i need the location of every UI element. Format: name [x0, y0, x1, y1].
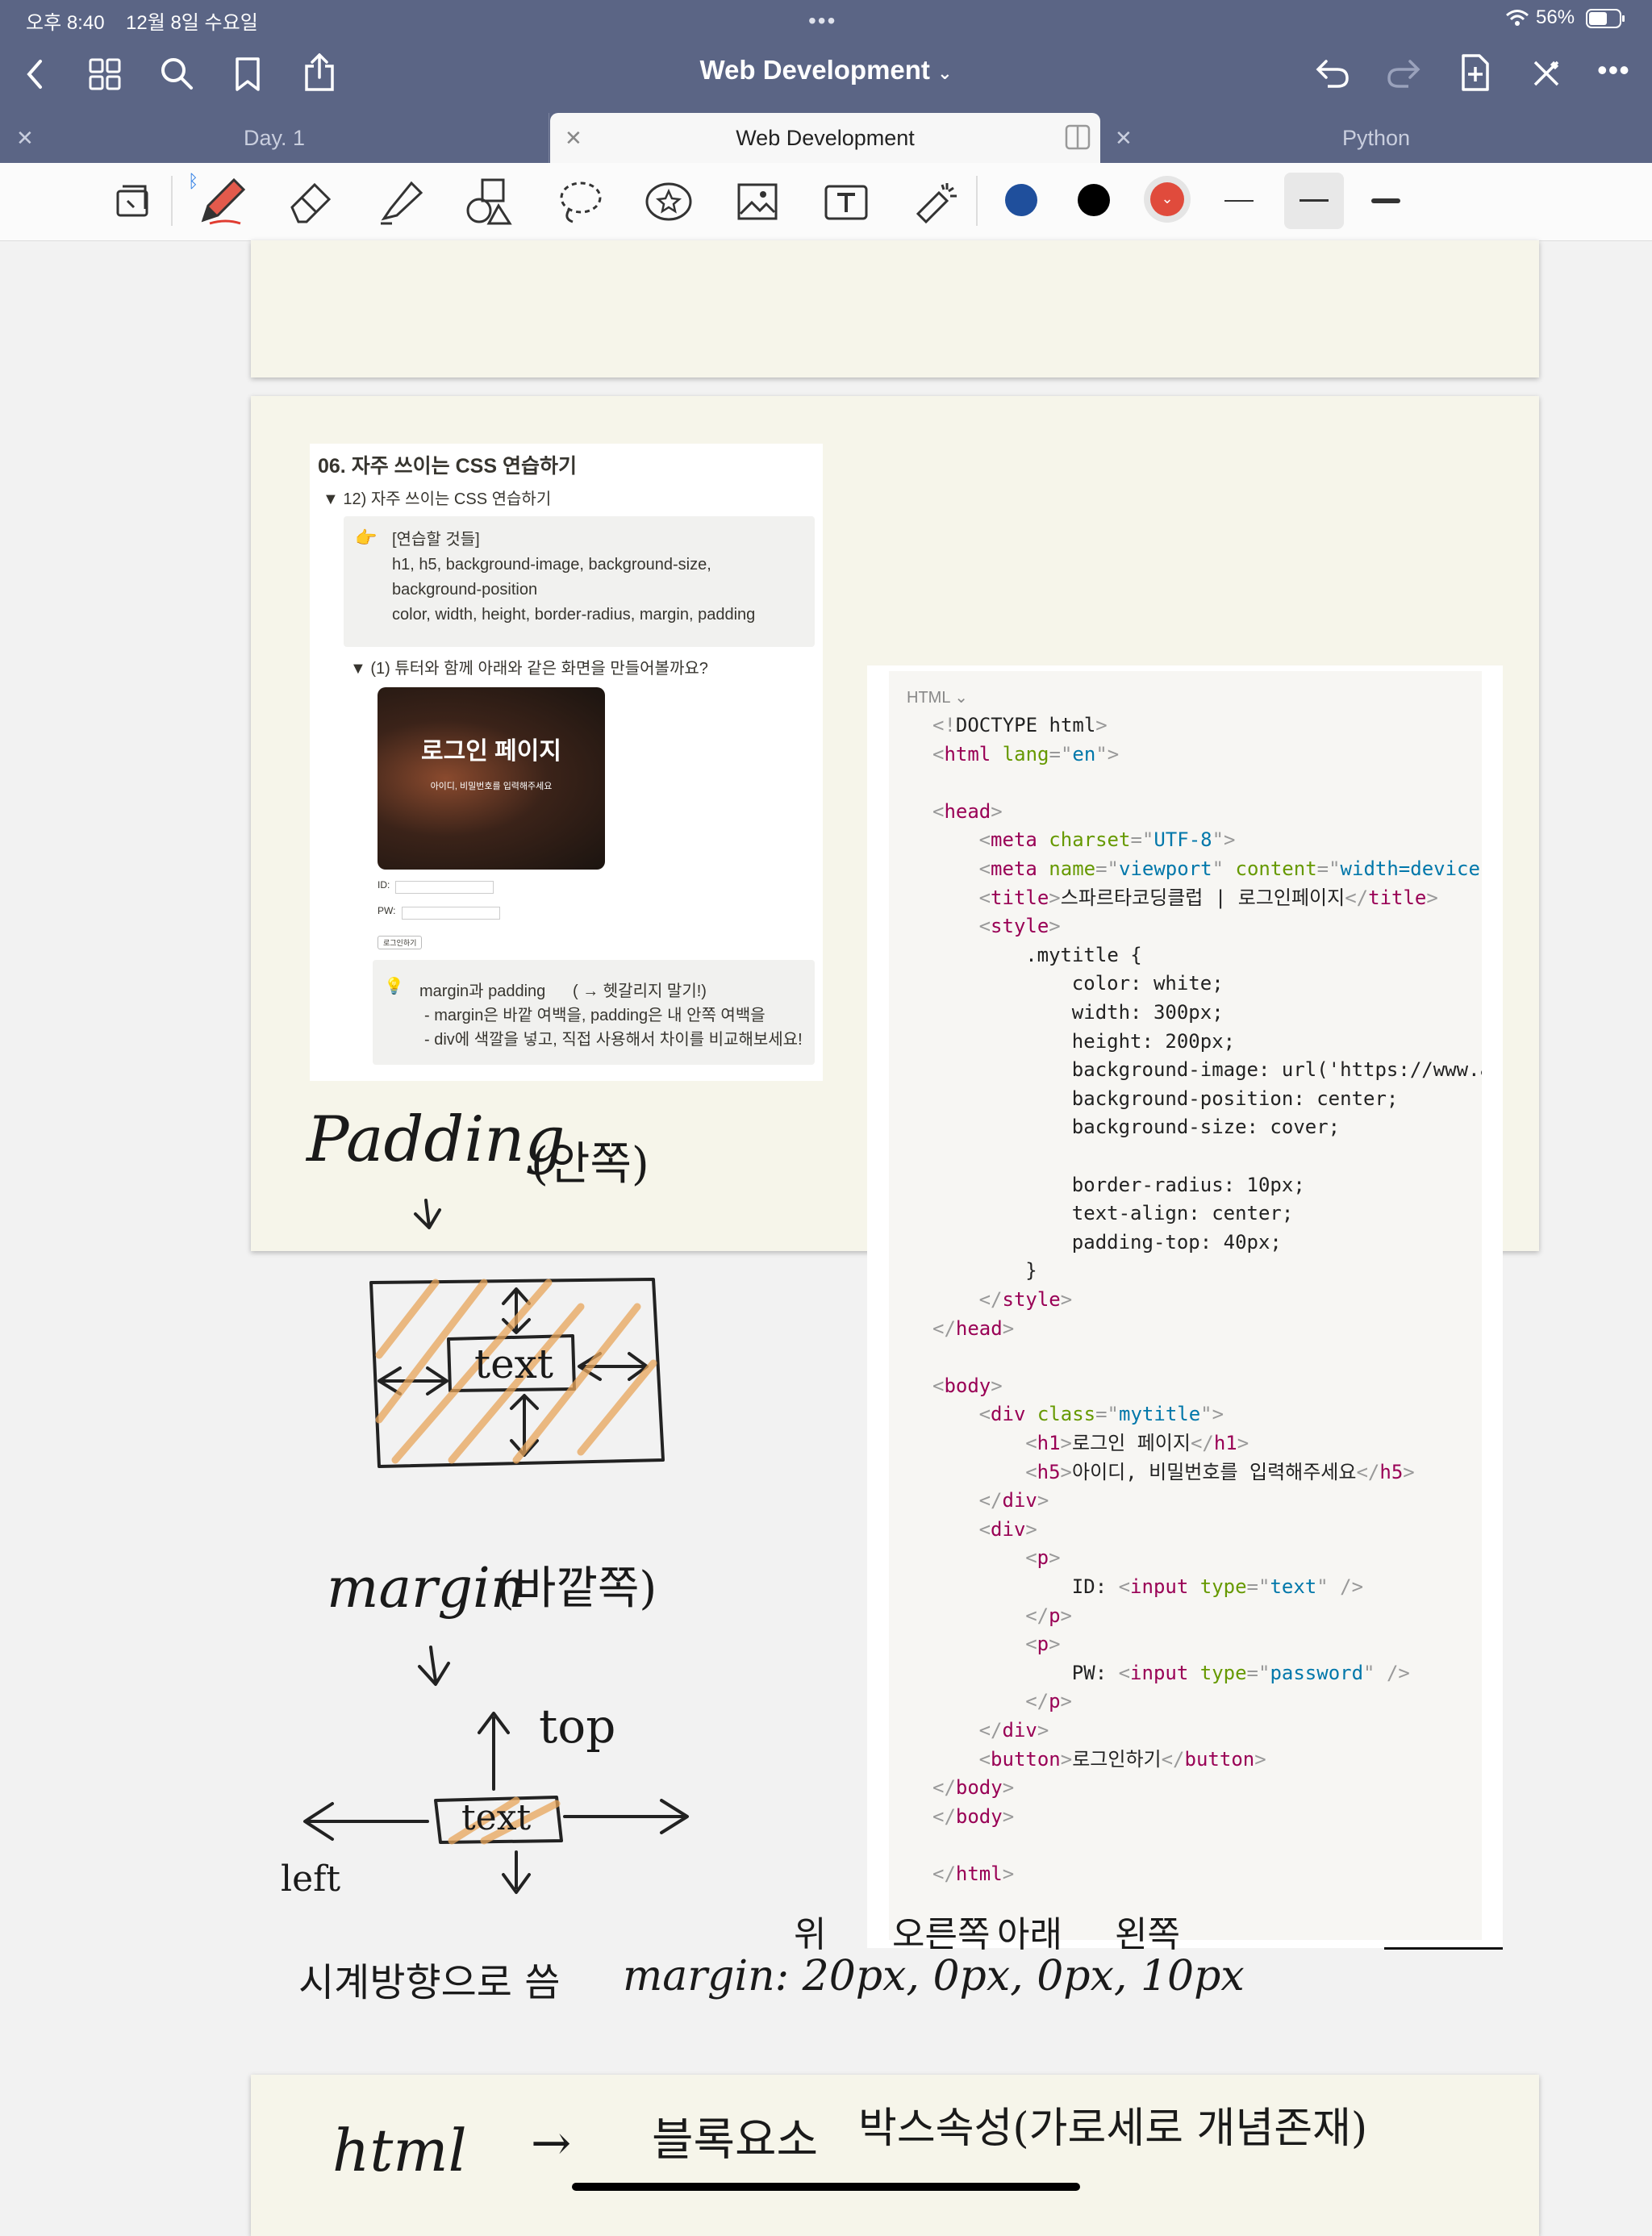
ink-arrow: [502, 1850, 531, 1894]
ink-margin-note: (바깥쪽): [497, 1562, 657, 1615]
ink-box-text: text: [474, 1341, 553, 1387]
ink-arrow: [418, 1646, 450, 1686]
ink-margin-label: margin: [327, 1557, 526, 1621]
ink-box-text: text: [461, 1797, 532, 1838]
ink-padding-note: (안쪽): [531, 1138, 649, 1191]
ink-arrow: [478, 1712, 510, 1791]
ink-order-word: 왼쪽: [1115, 1914, 1180, 1955]
ink-bottom-block: 블록요소: [652, 2114, 819, 2167]
ink-margin-example: margin: 20px, 0px, 0px, 10px: [623, 1952, 1245, 2000]
ink-order-word: 아래: [997, 1914, 1062, 1955]
ink-arrow: [563, 1799, 689, 1834]
ink-bottom-html: html: [332, 2117, 467, 2184]
ink-bottom-box: 박스속성(가로세로 개념존재): [858, 2105, 1368, 2153]
home-indicator[interactable]: [572, 2183, 1080, 2191]
handwriting-layer: [303, 1199, 689, 1894]
ink-bottom-arrow: →: [531, 2115, 572, 2171]
ink-order-word: 오른쪽: [892, 1914, 991, 1955]
ink-clockwise-note: 시계방향으로 씀: [298, 1960, 561, 2005]
ink-padding-label: Padding: [307, 1103, 565, 1176]
ink-left-label: left: [281, 1858, 341, 1900]
ink-order-word: 위: [794, 1914, 827, 1955]
ink-top-label: top: [539, 1699, 616, 1754]
ink-arrow: [414, 1199, 441, 1229]
ink-arrow: [303, 1802, 429, 1841]
